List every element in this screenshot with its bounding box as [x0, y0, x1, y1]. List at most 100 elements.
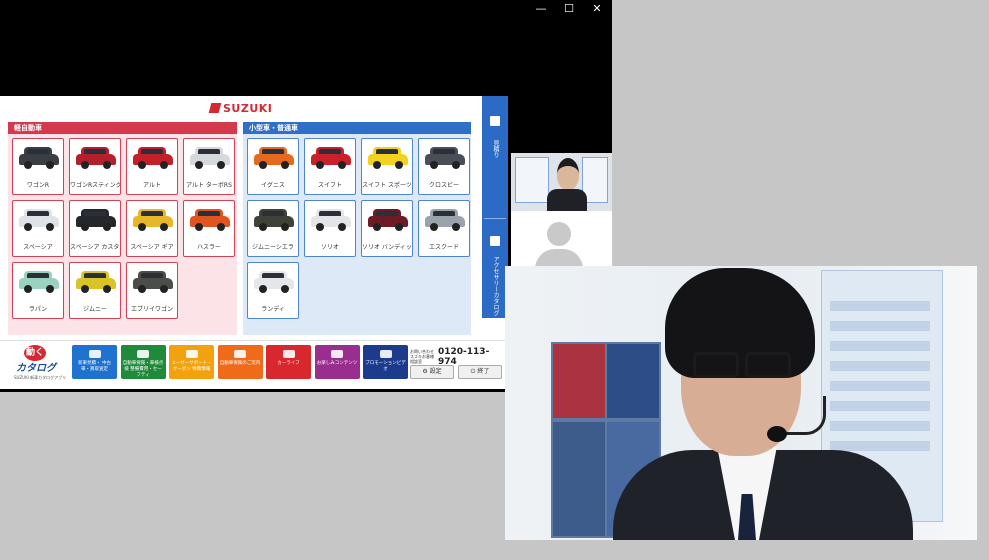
menu-button[interactable]: 自動車保険・車検点検 整備費用・セーフティ [120, 345, 166, 379]
avatar-icon [547, 222, 571, 246]
car-image [190, 209, 230, 231]
menu-button[interactable]: プロモーションビデオ [363, 345, 408, 379]
car-image [19, 209, 59, 231]
car-name: エブリイワゴン [130, 306, 173, 313]
section-compact-cars: 小型車・普通車 イグニス スイフト スイフト スポーツ クロスビー ジムニーシエラ ソリオ… [243, 122, 471, 335]
menu-button-label: プロモーションビデオ [365, 361, 406, 372]
close-icon[interactable]: ✕ [590, 2, 604, 15]
car-name: ラパン [28, 306, 48, 313]
car-image [254, 271, 294, 293]
car-card[interactable]: ジムニーシエラ [247, 200, 299, 257]
car-image [311, 209, 351, 231]
exit-button[interactable]: ⏻ 終了 [458, 365, 502, 379]
menu-button[interactable]: 新車見積・ 中古車・買取査定 [72, 345, 117, 379]
car-name: スイフト スポーツ [362, 182, 412, 189]
car-card[interactable]: ソリオ バンディット [361, 200, 413, 257]
participant-video-thumbnail[interactable] [511, 153, 612, 211]
car-card[interactable]: アルト ターボRS [183, 138, 235, 195]
car-card[interactable]: スペーシア [12, 200, 64, 257]
car-name: ジムニー [82, 306, 107, 313]
car-name: スペーシア ギア [130, 244, 174, 251]
minimize-icon[interactable]: — [534, 2, 548, 15]
car-name: ハスラー [196, 244, 221, 251]
car-card[interactable]: ソリオ [304, 200, 356, 257]
car-image [19, 271, 59, 293]
car-life-icon [282, 350, 295, 358]
menu-button[interactable]: お楽しみコンテンツ [314, 345, 360, 379]
sidebar-divider [484, 218, 506, 219]
settings-button[interactable]: ⚙ 設定 [410, 365, 454, 379]
car-name: エスクード [428, 244, 459, 251]
car-card[interactable]: エブリイワゴン [126, 262, 178, 319]
car-image [76, 209, 116, 231]
car-name: スペーシア [23, 244, 53, 251]
car-image [76, 147, 116, 169]
menu-button-label: 新車見積・ 中古車・買取査定 [78, 361, 111, 372]
car-image [425, 147, 465, 169]
car-card[interactable]: スイフト [304, 138, 356, 195]
car-card[interactable]: ジムニー [69, 262, 121, 319]
menu-button-label: お楽しみコンテンツ [316, 361, 358, 366]
car-name: スペーシア カスタム [70, 244, 120, 251]
participant-avatar-tile[interactable] [511, 211, 612, 269]
menu-button[interactable]: カーライフ [266, 345, 311, 379]
car-image [190, 147, 230, 169]
car-card[interactable]: ワゴンRスティングレー [69, 138, 121, 195]
section-title: 軽自動車 [8, 122, 237, 134]
car-name: アルト ターボRS [186, 182, 232, 189]
car-image [133, 209, 173, 231]
palette-icon [331, 350, 343, 358]
car-grid: イグニス スイフト スイフト スポーツ クロスビージムニーシエラ ソリオ ソリオ バンディ… [247, 138, 470, 319]
car-card[interactable]: スペーシア カスタム [69, 200, 121, 257]
menu-button-label: 自動車保険・車検点検 整備費用・セーフティ [122, 361, 164, 378]
estimate-button[interactable]: 見積り [482, 140, 508, 200]
car-card[interactable]: ハスラー [183, 200, 235, 257]
car-card[interactable]: アルト [126, 138, 178, 195]
car-name: ワゴンR [26, 182, 50, 189]
car-name: ジムニーシエラ [252, 244, 294, 251]
car-name: ソリオ [320, 244, 339, 251]
car-card[interactable]: ラパン [12, 262, 64, 319]
footer-bar: 動く カタログ SUZUKI 新車カタログアプリ 新車見積・ 中古車・買取査定自… [0, 340, 508, 389]
headset [783, 396, 826, 435]
main-video-feed [505, 266, 977, 540]
car-image [425, 209, 465, 231]
menu-button-label: 自動車保険のご案内 [219, 361, 261, 366]
maximize-icon[interactable]: ☐ [562, 2, 576, 15]
suzuki-logo: SUZUKI [208, 102, 272, 115]
car-card[interactable]: イグニス [247, 138, 299, 195]
menu-button-label: カーライフ [277, 361, 300, 366]
car-name: クロスビー [428, 182, 459, 189]
car-card[interactable]: エスクード [418, 200, 470, 257]
car-image [19, 147, 59, 169]
play-icon [379, 350, 392, 358]
menu-button[interactable]: 自動車保険のご案内 [217, 345, 263, 379]
car-image [311, 147, 351, 169]
coupon-icon [185, 350, 198, 358]
car-image [76, 271, 116, 293]
car-name: ソリオ バンディット [362, 244, 412, 251]
car-name: ワゴンRスティングレー [70, 182, 120, 189]
microphone-icon [767, 426, 787, 442]
phone-number: 0120-113-974 [438, 347, 490, 367]
menu-button[interactable]: ユーザーサポート・クーポン 特典情報 [169, 345, 214, 379]
car-icon [88, 350, 101, 358]
car-image [133, 147, 173, 169]
car-card[interactable]: ランディ [247, 262, 299, 319]
section-kei-cars: 軽自動車 ワゴンR ワゴンRスティングレー アルト アルト ターボRS スペーシア スペー… [8, 122, 237, 335]
car-image [368, 209, 408, 231]
menu-button-label: ユーザーサポート・クーポン 特典情報 [171, 361, 212, 372]
car-card[interactable]: スイフト スポーツ [361, 138, 413, 195]
car-name: イグニス [261, 182, 285, 189]
calculator-icon[interactable] [490, 116, 500, 126]
suzuki-s-icon [208, 103, 222, 113]
truck-icon [137, 350, 149, 358]
car-card[interactable]: ワゴンR [12, 138, 64, 195]
car-image [133, 271, 173, 293]
car-grid: ワゴンR ワゴンRスティングレー アルト アルト ターボRS スペーシア スペーシア カス… [12, 138, 235, 319]
car-card[interactable]: スペーシア ギア [126, 200, 178, 257]
catalog-app: SUZUKI 軽自動車 ワゴンR ワゴンRスティングレー アルト アルト ターボRS ス… [0, 96, 508, 389]
car-card[interactable]: クロスビー [418, 138, 470, 195]
book-icon[interactable] [490, 236, 500, 246]
car-name: スイフト [317, 182, 342, 189]
